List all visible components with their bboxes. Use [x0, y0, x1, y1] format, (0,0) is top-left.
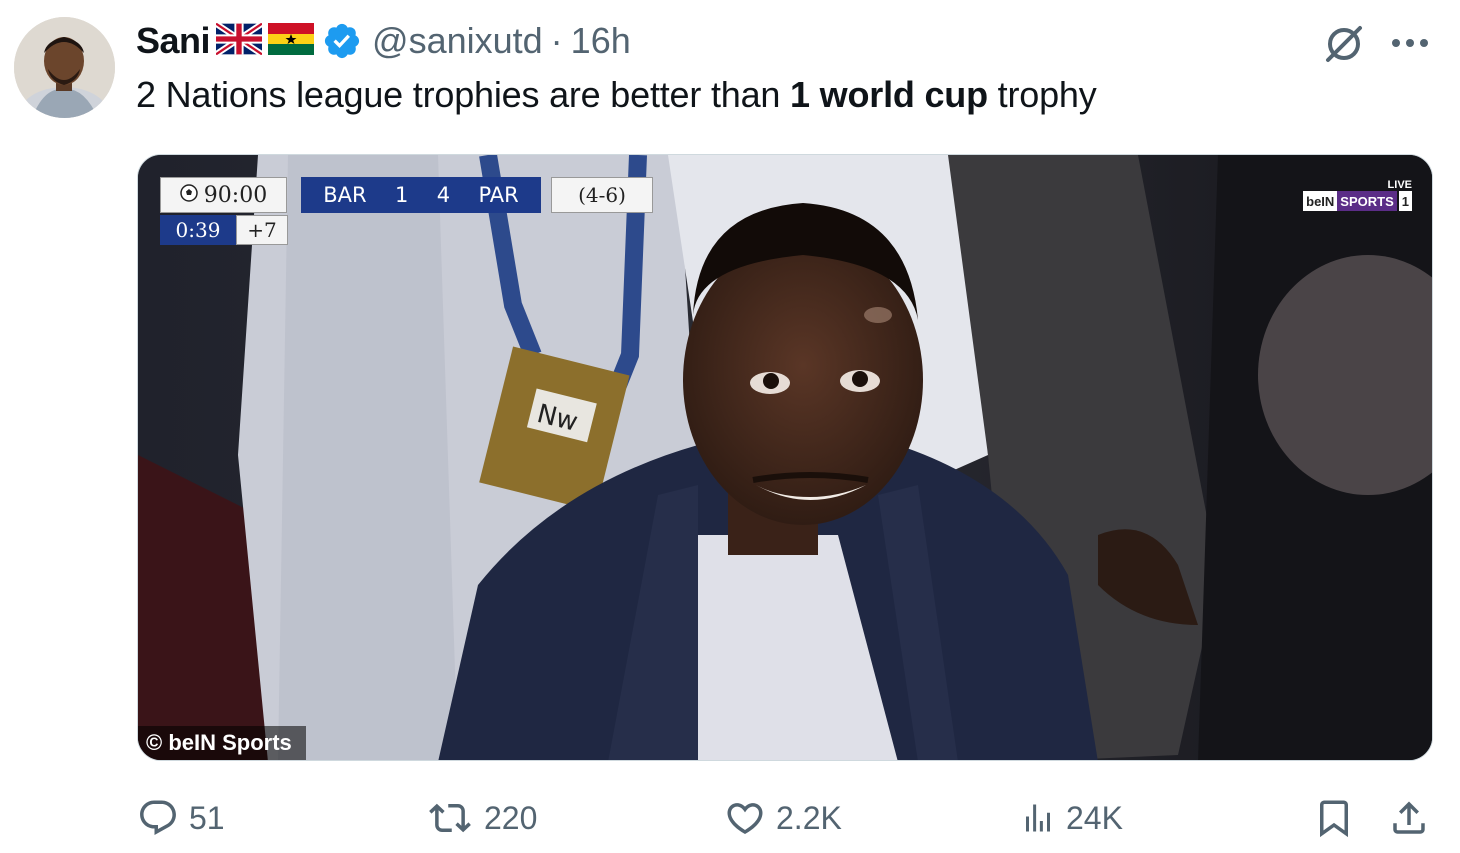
like-button[interactable]: 2.2K: [724, 795, 842, 841]
aggregate-score: (4-6): [551, 177, 653, 213]
uk-flag-icon: [214, 20, 264, 60]
share-icon: [1393, 801, 1425, 834]
reply-count: 51: [189, 799, 225, 836]
away-team: PAR: [478, 183, 519, 207]
reply-icon: [140, 800, 176, 835]
broadcast-photo: Nw: [138, 155, 1432, 760]
share-button[interactable]: [1388, 795, 1430, 841]
soccer-ball-icon: [180, 183, 198, 208]
scorebug: 90:00 BAR 1 4 PAR (4-6): [160, 177, 653, 213]
scorebug-teams: BAR 1 4 PAR: [301, 177, 541, 213]
reply-button[interactable]: 51: [137, 795, 225, 841]
tweet-text: 2 Nations league trophies are better tha…: [136, 74, 1097, 116]
tweet-text-start: 2 Nations league trophies are better tha…: [136, 74, 791, 115]
home-team: BAR: [323, 183, 367, 207]
ghana-flag-icon: [268, 22, 315, 60]
heart-icon: [727, 803, 763, 835]
author-handle[interactable]: @sanixutd: [372, 20, 543, 62]
avatar-image: [14, 17, 115, 118]
bookmark-button[interactable]: [1313, 795, 1355, 841]
added-time: +7: [236, 215, 288, 245]
media-credit: © beIN Sports: [138, 726, 306, 760]
bein-brand: beIN: [1303, 191, 1338, 211]
broadcaster-logo: LIVE beIN SPORTS 1: [1303, 179, 1412, 211]
match-clock: 90:00: [203, 182, 268, 208]
repost-count: 220: [484, 799, 538, 836]
tweet-header: Sani @sanixutd · 16h: [136, 18, 631, 64]
bein-channel: 1: [1398, 191, 1412, 211]
like-count: 2.2K: [776, 799, 842, 836]
live-label: LIVE: [1387, 179, 1412, 191]
bein-logo-box: beIN SPORTS 1: [1303, 191, 1412, 211]
tweet-text-bold: 1 world cup: [790, 74, 988, 115]
grok-icon[interactable]: [1322, 22, 1366, 71]
author-avatar[interactable]: [14, 17, 115, 118]
views-icon: [1026, 804, 1050, 832]
repost-button[interactable]: 220: [426, 795, 537, 841]
tweet-timestamp[interactable]: 16h: [571, 20, 631, 62]
repost-icon: [429, 803, 471, 833]
home-score: 1: [394, 183, 409, 207]
verified-badge-icon[interactable]: [322, 21, 362, 61]
separator-dot: ·: [550, 20, 563, 61]
scorebug-clock: 90:00: [160, 177, 287, 213]
views-count: 24K: [1066, 799, 1123, 836]
tweet-media[interactable]: Nw 90:00 BAR 1 4 PAR (4-6) 0:39 +7 LIVE …: [137, 154, 1433, 761]
tweet-actions: 51 220 2.2K 24K: [0, 795, 1460, 841]
views-button[interactable]: 24K: [1020, 795, 1123, 841]
more-options-icon[interactable]: [1390, 36, 1430, 54]
away-score: 4: [436, 183, 451, 207]
author-name[interactable]: Sani: [136, 20, 211, 62]
bookmark-icon: [1320, 800, 1348, 838]
bein-sports: SPORTS: [1337, 191, 1397, 211]
scorebug-added-time: 0:39 +7: [160, 215, 288, 245]
elapsed-time: 0:39: [160, 215, 236, 245]
tweet-text-end: trophy: [987, 74, 1097, 115]
